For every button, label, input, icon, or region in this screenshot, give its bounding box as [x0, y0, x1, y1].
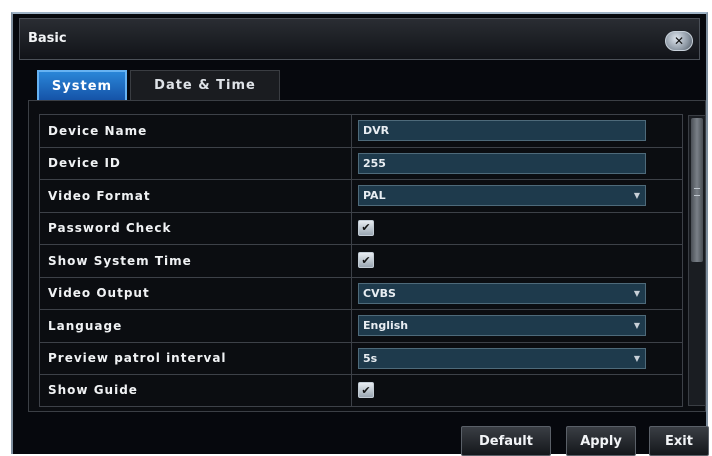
- chevron-down-icon: ▼: [633, 321, 641, 330]
- setting-label: Device ID: [40, 147, 352, 179]
- tab-system[interactable]: System: [37, 70, 127, 100]
- close-button[interactable]: ✕: [665, 31, 693, 51]
- device-id-input[interactable]: 255: [358, 152, 646, 174]
- grip-icon: [694, 188, 700, 196]
- setting-label: Show System Time: [40, 245, 352, 277]
- setting-label: Preview patrol interval: [40, 342, 352, 374]
- chevron-down-icon: ▼: [633, 288, 641, 298]
- select-value: PAL: [363, 189, 386, 202]
- check-icon: ✔: [361, 221, 371, 234]
- video-output-select[interactable]: CVBS ▼: [358, 282, 646, 304]
- chevron-down-icon: ▼: [633, 353, 641, 363]
- settings-panel: Device Name DVR Device ID 255 Video Form…: [28, 100, 706, 412]
- apply-button[interactable]: Apply: [566, 426, 636, 456]
- preview-patrol-interval-select[interactable]: 5s ▼: [358, 347, 646, 369]
- vertical-scrollbar[interactable]: [688, 115, 706, 406]
- setting-row-video-output: Video Output CVBS ▼: [39, 276, 683, 309]
- setting-row-show-system-time: Show System Time ✔: [39, 244, 683, 277]
- chevron-down-icon: ▼: [633, 191, 641, 200]
- video-format-select[interactable]: PAL ▼: [358, 185, 646, 206]
- language-select[interactable]: English ▼: [358, 315, 646, 336]
- show-guide-checkbox[interactable]: ✔: [358, 382, 374, 398]
- setting-row-show-guide: Show Guide ✔: [39, 374, 683, 407]
- window-title: Basic: [28, 31, 67, 46]
- scrollbar-thumb[interactable]: [691, 118, 703, 262]
- close-icon: ✕: [673, 34, 685, 48]
- setting-label: Device Name: [40, 115, 352, 147]
- settings-list: Device Name DVR Device ID 255 Video Form…: [39, 114, 683, 407]
- setting-row-preview-patrol-interval: Preview patrol interval 5s ▼: [39, 341, 683, 374]
- show-system-time-checkbox[interactable]: ✔: [358, 252, 374, 268]
- setting-row-video-format: Video Format PAL ▼: [39, 179, 683, 212]
- setting-row-device-name: Device Name DVR: [39, 114, 683, 147]
- tab-date-time[interactable]: Date & Time: [130, 70, 280, 100]
- check-icon: ✔: [361, 383, 371, 397]
- select-value: English: [363, 319, 409, 332]
- check-icon: ✔: [361, 253, 371, 267]
- setting-label: Video Output: [40, 277, 352, 309]
- setting-label: Password Check: [40, 212, 352, 244]
- select-value: CVBS: [363, 286, 396, 300]
- exit-button[interactable]: Exit: [649, 426, 709, 456]
- setting-row-language: Language English ▼: [39, 309, 683, 342]
- password-check-checkbox[interactable]: ✔: [358, 219, 374, 236]
- select-value: 5s: [363, 351, 378, 365]
- setting-row-device-id: Device ID 255: [39, 146, 683, 179]
- setting-label: Video Format: [40, 180, 352, 212]
- default-button[interactable]: Default: [461, 426, 551, 456]
- setting-label: Language: [40, 310, 352, 342]
- setting-row-password-check: Password Check ✔: [39, 211, 683, 244]
- device-name-input[interactable]: DVR: [358, 120, 646, 141]
- basic-settings-window: Basic ✕ System Date & Time Device Name D…: [11, 12, 709, 456]
- setting-label: Show Guide: [40, 375, 352, 406]
- title-bar: Basic ✕: [19, 18, 700, 60]
